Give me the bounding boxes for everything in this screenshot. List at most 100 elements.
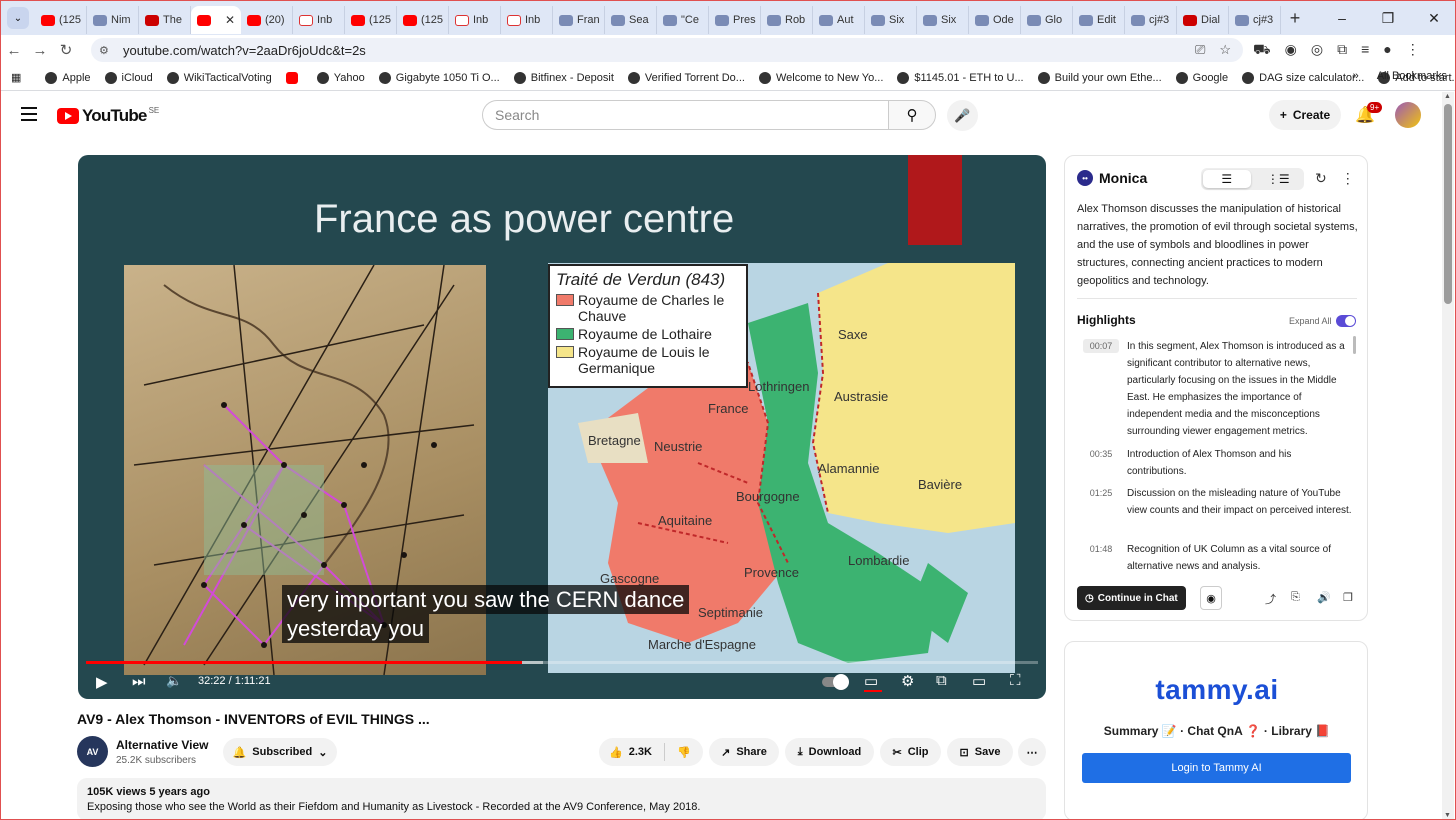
toggle-switch[interactable] bbox=[1335, 315, 1356, 327]
theater-mode-icon[interactable]: ▭ bbox=[972, 672, 986, 690]
like-count[interactable]: 2.3K bbox=[629, 746, 652, 758]
autoplay-toggle[interactable] bbox=[822, 674, 849, 690]
tammy-login-button[interactable]: Login to Tammy AI bbox=[1082, 753, 1351, 783]
highlight-item[interactable]: 00:35 Introduction of Alex Thomson and h… bbox=[1083, 446, 1353, 480]
outline-view-icon[interactable]: ⋮☰ bbox=[1255, 170, 1303, 188]
url-text[interactable]: youtube.com/watch?v=2aaDr6joUdc&t=2s bbox=[123, 43, 366, 58]
scrollbar-thumb[interactable] bbox=[1444, 104, 1452, 304]
browser-tab[interactable]: Ode bbox=[969, 6, 1021, 34]
next-icon[interactable]: ⏭ bbox=[132, 673, 146, 690]
highlights-scrollbar[interactable] bbox=[1353, 336, 1356, 354]
profile-icon[interactable]: ● bbox=[1383, 41, 1391, 60]
bookmark-item[interactable]: Verified Torrent Do... bbox=[627, 71, 745, 84]
dislike-icon[interactable]: 👎 bbox=[677, 746, 691, 759]
bookmark-item[interactable]: Google bbox=[1175, 71, 1228, 84]
browser-tab[interactable]: Sea bbox=[605, 6, 657, 34]
copy-icon[interactable]: ❐ bbox=[1343, 591, 1353, 604]
apps-grid-icon[interactable]: ▦ bbox=[11, 71, 21, 84]
menu-icon[interactable] bbox=[21, 107, 37, 125]
browser-tab[interactable]: Six bbox=[865, 6, 917, 34]
browser-tab[interactable]: Inb bbox=[449, 6, 501, 34]
browser-tab[interactable]: Six bbox=[917, 6, 969, 34]
bookmark-star-icon[interactable]: ☆ bbox=[1219, 42, 1231, 58]
youtube-logo[interactable]: YouTube SE bbox=[57, 106, 159, 126]
browser-tab[interactable]: (20) bbox=[241, 6, 293, 34]
highlight-item[interactable]: 01:25 Discussion on the misleading natur… bbox=[1083, 485, 1353, 519]
volume-icon[interactable]: 🔈 bbox=[166, 673, 182, 689]
close-window-icon[interactable]: ✕ bbox=[1411, 10, 1455, 27]
page-scrollbar[interactable]: ▲ ▼ bbox=[1442, 92, 1454, 819]
bookmark-item[interactable]: Build your own Ethe... bbox=[1037, 71, 1162, 84]
play-icon[interactable]: ▶ bbox=[96, 673, 108, 691]
progress-bar[interactable] bbox=[86, 661, 1038, 664]
expand-all-toggle[interactable]: Expand All bbox=[1289, 315, 1356, 327]
clip-button[interactable]: ✂ Clip bbox=[880, 738, 941, 766]
maximize-icon[interactable]: ❐ bbox=[1365, 10, 1411, 27]
media-queue-icon[interactable]: ≡ bbox=[1361, 41, 1369, 60]
fullscreen-icon[interactable]: ⛶ bbox=[1010, 672, 1021, 689]
browser-tab[interactable]: Dial bbox=[1177, 6, 1229, 34]
account-avatar[interactable] bbox=[1395, 102, 1421, 128]
browser-tab[interactable]: Pres bbox=[709, 6, 761, 34]
reload-icon[interactable]: ↻ bbox=[53, 41, 79, 59]
highlight-timestamp[interactable]: 01:48 bbox=[1083, 542, 1119, 556]
forward-icon[interactable]: → bbox=[27, 42, 53, 59]
tab-search-icon[interactable]: ⌄ bbox=[7, 7, 29, 29]
refresh-icon[interactable]: ↻ bbox=[1315, 170, 1327, 187]
minimize-icon[interactable]: – bbox=[1319, 10, 1365, 26]
bookmark-item[interactable]: Gigabyte 1050 Ti O... bbox=[378, 71, 500, 84]
subscribed-button[interactable]: 🔔 Subscribed ⌄ bbox=[223, 738, 337, 766]
channel-name[interactable]: Alternative View bbox=[116, 738, 208, 752]
bookmark-item[interactable]: Yahoo bbox=[316, 71, 365, 84]
cast-icon[interactable]: ⎚ bbox=[1195, 42, 1205, 58]
browser-tab[interactable]: Inb bbox=[501, 6, 553, 34]
highlight-item[interactable]: 01:48 Recognition of UK Column as a vita… bbox=[1083, 541, 1353, 575]
browser-tab[interactable]: The bbox=[139, 6, 191, 34]
share-icon[interactable]: ⤴ bbox=[1265, 591, 1276, 607]
search-icon[interactable]: ⚲ bbox=[888, 100, 936, 130]
search-input[interactable]: Search bbox=[482, 100, 889, 130]
new-tab-icon[interactable]: + bbox=[1281, 8, 1309, 29]
browser-tab[interactable]: (125 bbox=[397, 6, 449, 34]
share-button[interactable]: ↗ Share bbox=[709, 738, 779, 766]
create-button[interactable]: + Create bbox=[1269, 100, 1341, 130]
settings-gear-icon[interactable]: ⚙ bbox=[901, 672, 914, 690]
extensions-puzzle-icon[interactable]: ⧉ bbox=[1337, 41, 1347, 60]
browser-tab[interactable]: Fran bbox=[553, 6, 605, 34]
bookmark-item[interactable] bbox=[285, 71, 303, 84]
back-icon[interactable]: ← bbox=[1, 42, 27, 59]
browser-menu-icon[interactable]: ⋮ bbox=[1406, 41, 1420, 60]
browser-tab[interactable]: cj#3 bbox=[1125, 6, 1177, 34]
bookmark-item[interactable]: DAG size calculator... bbox=[1242, 71, 1364, 84]
channel-avatar[interactable]: AV bbox=[77, 736, 108, 767]
bookmark-item[interactable]: Apple bbox=[45, 71, 91, 84]
highlight-timestamp[interactable]: 00:07 bbox=[1083, 339, 1119, 353]
highlight-timestamp[interactable]: 00:35 bbox=[1083, 447, 1119, 461]
miniplayer-icon[interactable]: ⧉ bbox=[936, 672, 947, 689]
monica-more-icon[interactable]: ⋮ bbox=[1341, 170, 1355, 187]
browser-tab[interactable]: Nim bbox=[87, 6, 139, 34]
browser-tab[interactable]: Rob bbox=[761, 6, 813, 34]
browser-tab[interactable]: cj#3 bbox=[1229, 6, 1281, 34]
extension-icon[interactable]: ◉ bbox=[1285, 41, 1297, 60]
save-button[interactable]: ⊡ Save bbox=[947, 738, 1013, 766]
video-player[interactable]: France as power centre Saxe Lothringen F… bbox=[78, 155, 1046, 699]
continue-in-chat-button[interactable]: ◷ Continue in Chat bbox=[1077, 586, 1186, 610]
browser-tab[interactable]: Aut bbox=[813, 6, 865, 34]
browser-tab[interactable]: (125 bbox=[345, 6, 397, 34]
highlight-timestamp[interactable]: 01:25 bbox=[1083, 486, 1119, 500]
more-actions-icon[interactable]: ⋯ bbox=[1018, 738, 1046, 766]
speaker-icon[interactable]: 🔊 bbox=[1317, 591, 1331, 604]
all-bookmarks[interactable]: All Bookmarks bbox=[1377, 70, 1447, 82]
download-button[interactable]: ⤓ Download bbox=[785, 738, 874, 766]
browser-tab[interactable]: Edit bbox=[1073, 6, 1125, 34]
save-note-icon[interactable]: ⎘ bbox=[1291, 591, 1300, 604]
extension-icon[interactable]: ◎ bbox=[1311, 41, 1323, 60]
mic-icon[interactable]: 🎤 bbox=[947, 100, 978, 131]
list-view-icon[interactable]: ☰ bbox=[1203, 170, 1251, 188]
address-bar[interactable]: ⚙ youtube.com/watch?v=2aaDr6joUdc&t=2s ⎚… bbox=[91, 38, 1243, 62]
description-box[interactable]: 105K views 5 years ago Exposing those wh… bbox=[77, 778, 1046, 819]
bookmark-item[interactable]: $1145.01 - ETH to U... bbox=[897, 71, 1024, 84]
close-tab-icon[interactable]: ✕ bbox=[225, 13, 235, 27]
scroll-up-icon[interactable]: ▲ bbox=[1444, 93, 1451, 100]
